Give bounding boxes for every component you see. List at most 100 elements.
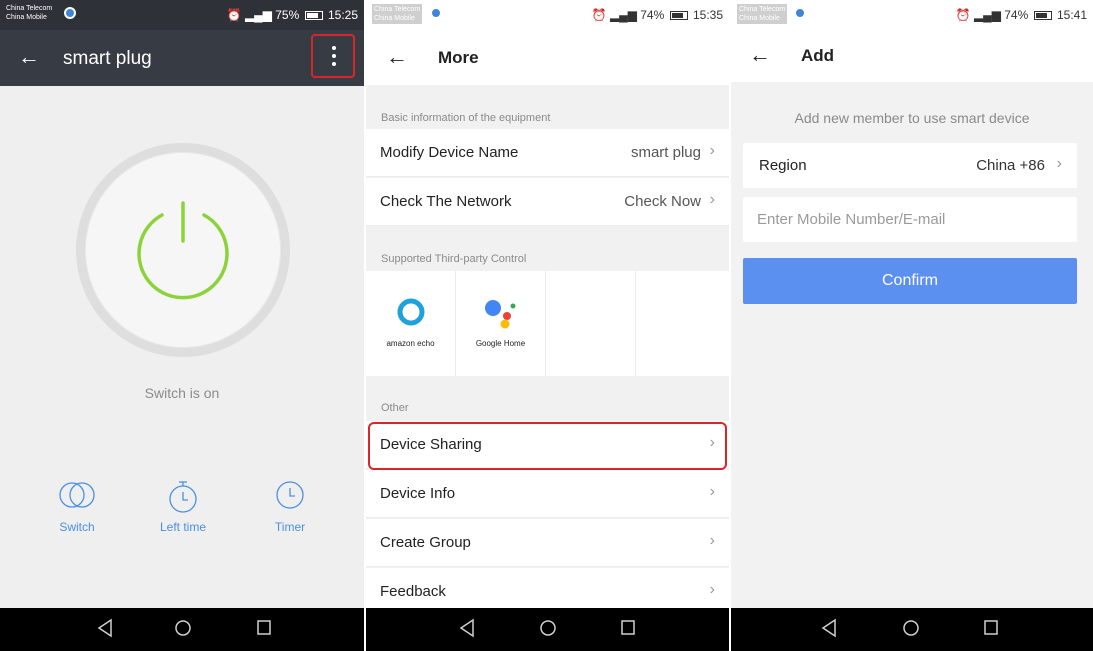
third-party-grid: amazon echo Google Home	[366, 271, 729, 376]
clock-time: 15:41	[1056, 8, 1087, 22]
account-input-card	[743, 197, 1077, 242]
carrier-primary: China Telecom	[374, 6, 421, 13]
chevron-right-icon: ›	[709, 483, 715, 500]
battery-percent: 75%	[275, 8, 300, 22]
nav-recents-icon[interactable]	[255, 618, 273, 638]
nav-recents-icon[interactable]	[982, 618, 1000, 638]
status-indicators: ⏰ ▂▄▆ 74% 15:35	[592, 8, 723, 22]
system-nav-bar	[731, 608, 1093, 651]
chevron-right-icon: ›	[709, 142, 715, 159]
amazon-echo-icon	[397, 298, 425, 326]
smart-plug-screen: China Telecom China Mobile ⏰ ▂▄▆ 75% 15:…	[0, 0, 364, 651]
section-third-party: Supported Third-party Control	[381, 253, 527, 265]
battery-percent: 74%	[640, 8, 665, 22]
mobile-email-input[interactable]	[757, 197, 1057, 242]
page-title: Add	[801, 46, 835, 65]
status-indicators: ⏰ ▂▄▆ 74% 15:41	[956, 8, 1087, 22]
row-label: Device Info	[380, 485, 456, 502]
modify-device-name-row[interactable]: Modify Device Name smart plug ›	[366, 129, 729, 177]
status-bar: China Telecom China Mobile ⏰ ▂▄▆ 74% 15:…	[731, 0, 1093, 30]
page-title: smart plug	[63, 48, 152, 69]
carrier-info: China Telecom China Mobile	[737, 4, 788, 24]
row-value: Check Now	[624, 193, 701, 210]
device-sharing-highlight	[368, 422, 727, 470]
clock-time: 15:35	[692, 8, 723, 22]
battery-icon	[304, 11, 323, 20]
switch-icon	[59, 482, 95, 508]
power-icon	[137, 201, 229, 300]
switch-status-text: Switch is on	[144, 385, 220, 401]
region-value: China +86	[976, 157, 1045, 174]
region-selector[interactable]: Region China +86 ›	[743, 143, 1077, 188]
section-basic-info: Basic information of the equipment	[381, 112, 551, 124]
back-arrow-icon[interactable]: ←	[386, 46, 408, 68]
nav-back-icon[interactable]	[820, 618, 838, 638]
alarm-icon: ⏰	[591, 8, 607, 22]
back-arrow-icon[interactable]: ←	[749, 44, 771, 66]
status-bar: China Telecom China Mobile ⏰ ▂▄▆ 74% 15:…	[366, 0, 729, 30]
clock-icon	[276, 481, 304, 509]
nav-home-icon[interactable]	[173, 618, 193, 638]
battery-icon	[1033, 11, 1052, 20]
timer-control[interactable]: Timer	[250, 480, 330, 534]
notification-icon	[430, 7, 442, 19]
switch-control[interactable]: Switch	[37, 480, 117, 534]
app-bar: ← Add	[731, 30, 1093, 82]
google-home-tile[interactable]: Google Home	[456, 271, 546, 376]
nav-home-icon[interactable]	[901, 618, 921, 638]
carrier-primary: China Telecom	[739, 6, 786, 13]
switch-label: Switch	[59, 520, 95, 534]
confirm-button[interactable]: Confirm	[743, 258, 1077, 304]
left-time-label: Left time	[159, 520, 207, 534]
status-indicators: ⏰ ▂▄▆ 75% 15:25	[227, 8, 358, 22]
amazon-echo-label: amazon echo	[386, 339, 435, 348]
timer-label: Timer	[274, 520, 306, 534]
nav-home-icon[interactable]	[538, 618, 558, 638]
battery-percent: 74%	[1004, 8, 1029, 22]
chevron-right-icon: ›	[709, 532, 715, 549]
power-button[interactable]	[76, 143, 290, 357]
carrier-secondary: China Mobile	[739, 15, 780, 22]
google-assistant-icon	[485, 300, 516, 329]
carrier-primary: China Telecom	[6, 5, 53, 12]
add-member-hint: Add new member to use smart device	[794, 110, 1030, 126]
alarm-icon: ⏰	[226, 8, 242, 22]
row-label: Modify Device Name	[380, 144, 519, 161]
google-home-label: Google Home	[475, 339, 526, 348]
nav-back-icon[interactable]	[458, 618, 476, 638]
nav-recents-icon[interactable]	[619, 618, 637, 638]
signal-icon: ▂▄▆	[244, 8, 272, 22]
notification-icon	[794, 7, 806, 19]
chevron-right-icon: ›	[709, 581, 715, 598]
notification-icon	[64, 7, 76, 19]
nav-back-icon[interactable]	[96, 618, 114, 638]
check-network-row[interactable]: Check The Network Check Now ›	[366, 178, 729, 226]
signal-icon: ▂▄▆	[609, 8, 637, 22]
carrier-secondary: China Mobile	[374, 15, 415, 22]
create-group-row[interactable]: Create Group ›	[366, 519, 729, 567]
row-label: Check The Network	[380, 193, 512, 210]
device-info-row[interactable]: Device Info ›	[366, 470, 729, 518]
add-member-screen: China Telecom China Mobile ⏰ ▂▄▆ 74% 15:…	[731, 0, 1093, 651]
system-nav-bar	[366, 608, 729, 651]
more-options-button[interactable]	[311, 34, 355, 78]
section-other: Other	[381, 402, 409, 414]
status-bar: China Telecom China Mobile ⏰ ▂▄▆ 75% 15:…	[0, 0, 364, 30]
amazon-echo-tile[interactable]: amazon echo	[366, 271, 456, 376]
clock-time: 15:25	[327, 8, 358, 22]
row-label: Create Group	[380, 534, 471, 551]
carrier-info: China Telecom China Mobile	[372, 4, 423, 24]
more-screen: China Telecom China Mobile ⏰ ▂▄▆ 74% 15:…	[366, 0, 729, 651]
left-time-control[interactable]: Left time	[143, 480, 223, 534]
signal-icon: ▂▄▆	[973, 8, 1001, 22]
region-label: Region	[759, 157, 807, 174]
page-title: More	[438, 48, 479, 67]
back-arrow-icon[interactable]: ←	[18, 46, 40, 68]
system-nav-bar	[0, 608, 364, 651]
alarm-icon: ⏰	[955, 8, 971, 22]
stopwatch-icon	[169, 481, 197, 513]
empty-tile	[546, 271, 636, 376]
app-bar: ← More	[366, 30, 729, 85]
row-label: Feedback	[380, 583, 446, 600]
chevron-right-icon: ›	[1056, 155, 1062, 172]
